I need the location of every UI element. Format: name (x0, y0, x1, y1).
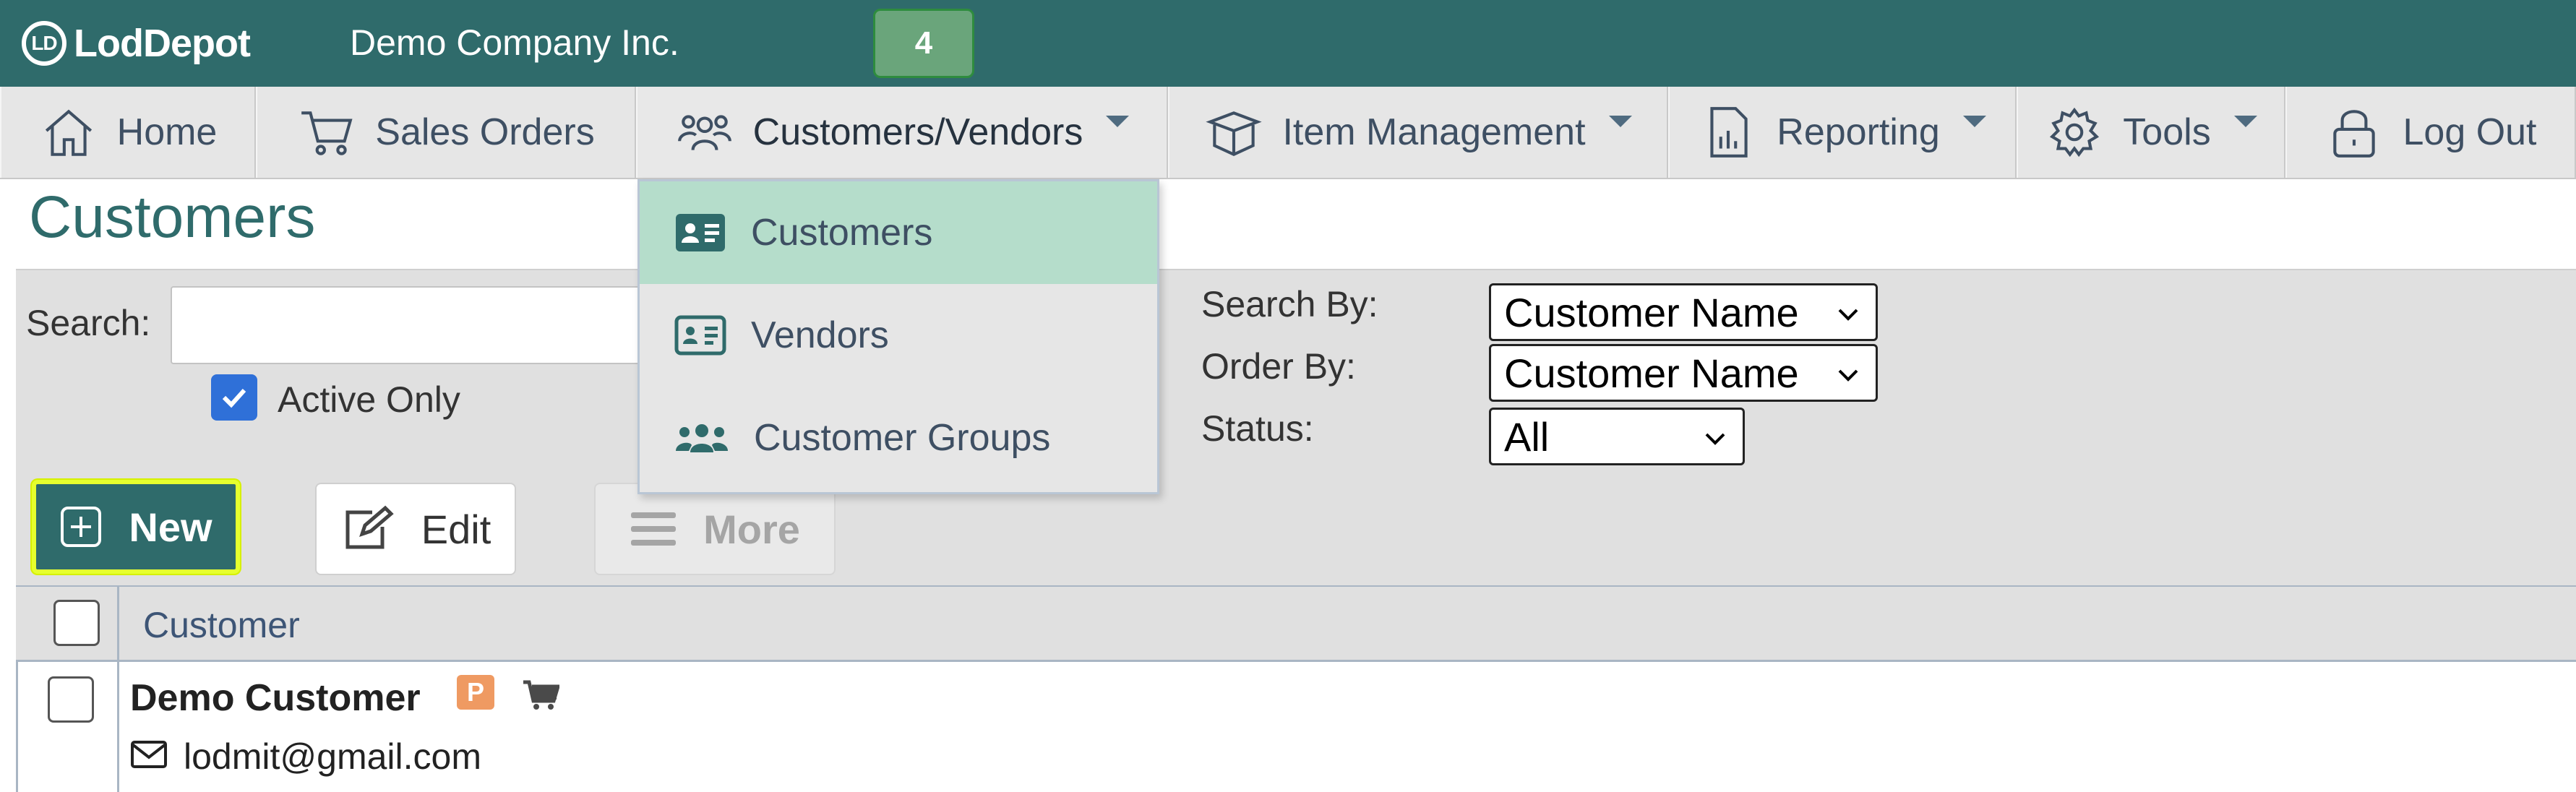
plus-square-icon (61, 507, 102, 547)
edit-icon (345, 505, 394, 549)
nav-label-item-management: Item Management (1282, 111, 1586, 153)
status-select[interactable]: All (1489, 408, 1745, 465)
page-title: Customers (29, 184, 316, 250)
column-header-customer[interactable]: Customer (143, 604, 300, 646)
search-by-select[interactable]: Customer Name (1489, 283, 1878, 341)
chevron-down-icon (1838, 369, 1858, 382)
menu-icon (631, 512, 677, 546)
company-name: Demo Company Inc. (350, 22, 679, 63)
gear-icon (2050, 107, 2100, 158)
more-button-label: More (703, 506, 800, 552)
row-checkbox[interactable] (48, 676, 94, 723)
new-button[interactable]: New (32, 480, 240, 574)
nav-label-sales-orders: Sales Orders (375, 111, 595, 153)
table-header (16, 585, 2576, 662)
nav-label-tools: Tools (2123, 111, 2211, 153)
cart-icon (301, 111, 353, 155)
order-by-label: Order By: (1201, 346, 1356, 387)
top-bar: LD LodDepot Demo Company Inc. 4 (0, 0, 2576, 87)
logo-mark-icon: LD (22, 21, 66, 66)
group-icon (676, 424, 728, 452)
priority-badge: P (457, 675, 494, 710)
users-icon (677, 115, 731, 151)
customers-vendors-dropdown: Customers Vendors Customer Groups (637, 179, 1159, 494)
column-divider (117, 662, 119, 792)
chevron-down-icon (1962, 116, 1986, 127)
order-by-select[interactable]: Customer Name (1489, 344, 1878, 402)
chevron-down-icon (1705, 433, 1725, 445)
box-icon (1206, 111, 1263, 157)
active-only-label: Active Only (278, 379, 460, 420)
chevron-down-icon (1106, 116, 1130, 127)
nav-item-tools[interactable]: Tools (2017, 87, 2285, 178)
dropdown-item-vendors[interactable]: Vendors (640, 284, 1157, 387)
nav-item-customers-vendors[interactable]: Customers/Vendors (636, 87, 1168, 178)
id-card-outline-icon (674, 315, 726, 356)
nav-item-reporting[interactable]: Reporting (1668, 87, 2017, 178)
nav-item-log-out[interactable]: Log Out (2285, 87, 2576, 178)
chevron-down-icon (1838, 309, 1858, 321)
search-label: Search: (26, 303, 151, 343)
dropdown-label-customer-groups: Customer Groups (754, 417, 1051, 459)
id-card-icon (676, 214, 725, 251)
nav-item-home[interactable]: Home (0, 87, 256, 178)
nav-label-reporting: Reporting (1777, 111, 1940, 153)
checkmark-icon (222, 388, 246, 408)
report-icon (1710, 107, 1748, 158)
dropdown-item-customer-groups[interactable]: Customer Groups (640, 387, 1157, 489)
nav-label-customers-vendors: Customers/Vendors (752, 111, 1083, 153)
search-input[interactable] (171, 286, 648, 364)
more-button[interactable]: More (594, 483, 836, 575)
main-nav: Home Sales Orders Customers/Vendors Item… (0, 87, 2576, 179)
chevron-down-icon (2233, 116, 2257, 127)
cart-icon[interactable] (522, 679, 559, 711)
status-value: All (1504, 413, 1550, 460)
row-border (16, 662, 18, 792)
column-divider (117, 587, 119, 662)
nav-label-log-out: Log Out (2403, 111, 2537, 153)
select-all-checkbox[interactable] (53, 600, 100, 646)
nav-label-home: Home (116, 111, 218, 153)
nav-item-item-management[interactable]: Item Management (1168, 87, 1668, 178)
customer-name[interactable]: Demo Customer (130, 676, 421, 720)
edit-button-label: Edit (421, 506, 491, 552)
logo-text: LodDepot (74, 22, 251, 65)
dropdown-item-customers[interactable]: Customers (640, 181, 1157, 284)
chevron-down-icon (1608, 116, 1632, 127)
edit-button[interactable]: Edit (315, 483, 516, 575)
search-by-label: Search By: (1201, 284, 1378, 324)
search-by-value: Customer Name (1504, 289, 1799, 335)
status-label: Status: (1201, 408, 1314, 449)
new-button-label: New (129, 504, 212, 550)
notification-badge[interactable]: 4 (873, 9, 974, 78)
dropdown-label-customers: Customers (751, 212, 933, 254)
logo[interactable]: LD LodDepot (22, 17, 251, 69)
home-icon (45, 109, 92, 156)
nav-item-sales-orders[interactable]: Sales Orders (256, 87, 636, 178)
lock-icon (2333, 110, 2376, 158)
customer-email[interactable]: lodmit@gmail.com (184, 736, 481, 778)
dropdown-label-vendors: Vendors (751, 314, 889, 356)
mail-icon (131, 741, 167, 768)
active-only-checkbox[interactable] (211, 374, 257, 421)
order-by-value: Customer Name (1504, 350, 1799, 396)
